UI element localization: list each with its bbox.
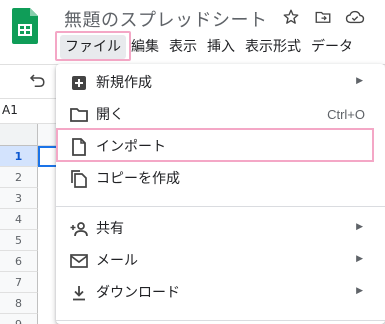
row-header[interactable]: 5 bbox=[0, 230, 38, 251]
menu-data[interactable]: データ bbox=[306, 35, 358, 59]
file-icon bbox=[70, 138, 88, 156]
menu-edit[interactable]: 編集 bbox=[126, 35, 164, 59]
menu-view[interactable]: 表示 bbox=[164, 35, 202, 59]
download-icon bbox=[70, 284, 88, 302]
select-all-corner[interactable] bbox=[0, 124, 38, 146]
row-header[interactable]: 1 bbox=[0, 146, 38, 167]
row-header[interactable]: 4 bbox=[0, 209, 38, 230]
submenu-arrow-icon: ▶ bbox=[356, 222, 363, 232]
document-title[interactable]: 無題のスプレッドシート bbox=[64, 6, 268, 32]
row-header[interactable]: 6 bbox=[0, 251, 38, 272]
file-menu-dropdown: 新規作成 ▶ 開く Ctrl+O インポート コピーを作成 共有 ▶ メール ▶ bbox=[56, 64, 385, 324]
menu-item-label: 共有 bbox=[96, 221, 124, 237]
menu-item-download[interactable]: ダウンロード ▶ bbox=[56, 278, 385, 308]
person-add-icon bbox=[70, 220, 88, 238]
menu-item-label: メール bbox=[96, 253, 138, 269]
menu-item-label: インポート bbox=[96, 139, 166, 155]
menu-item-label: コピーを作成 bbox=[96, 171, 180, 187]
sheets-logo-icon[interactable] bbox=[12, 8, 38, 44]
mail-icon bbox=[70, 252, 88, 270]
undo-icon[interactable] bbox=[28, 73, 46, 93]
submenu-arrow-icon: ▶ bbox=[356, 76, 363, 86]
menu-item-email[interactable]: メール ▶ bbox=[56, 246, 385, 276]
row-header[interactable]: 3 bbox=[0, 188, 38, 209]
menu-divider bbox=[56, 320, 385, 321]
menu-insert[interactable]: 挿入 bbox=[202, 35, 240, 59]
shortcut-label: Ctrl+O bbox=[327, 107, 365, 122]
name-box[interactable]: A1 bbox=[2, 103, 18, 117]
menu-item-share[interactable]: 共有 ▶ bbox=[56, 214, 385, 244]
submenu-arrow-icon: ▶ bbox=[356, 286, 363, 296]
move-to-folder-icon[interactable] bbox=[312, 6, 334, 28]
menu-item-open[interactable]: 開く Ctrl+O bbox=[56, 100, 385, 130]
menu-item-new[interactable]: 新規作成 ▶ bbox=[56, 68, 385, 98]
row-header[interactable]: 7 bbox=[0, 272, 38, 293]
cloud-status-icon[interactable] bbox=[344, 6, 366, 28]
star-icon[interactable] bbox=[280, 6, 302, 28]
menu-format[interactable]: 表示形式 bbox=[240, 35, 306, 59]
row-header[interactable]: 2 bbox=[0, 167, 38, 188]
add-box-icon bbox=[70, 74, 88, 92]
submenu-arrow-icon: ▶ bbox=[356, 254, 363, 264]
copy-icon bbox=[70, 170, 88, 188]
row-header[interactable]: 9 bbox=[0, 314, 38, 324]
row-header[interactable]: 8 bbox=[0, 293, 38, 314]
menu-item-import[interactable]: インポート bbox=[56, 132, 385, 162]
menu-item-label: ダウンロード bbox=[96, 285, 180, 301]
folder-icon bbox=[70, 106, 88, 124]
menu-file[interactable]: ファイル bbox=[60, 35, 126, 59]
menu-divider bbox=[56, 206, 385, 207]
menu-item-label: 新規作成 bbox=[96, 75, 152, 91]
menu-bar: ファイル 編集 表示 挿入 表示形式 データ bbox=[60, 34, 358, 60]
menu-item-make-copy[interactable]: コピーを作成 bbox=[56, 164, 385, 194]
menu-item-label: 開く bbox=[96, 107, 124, 123]
